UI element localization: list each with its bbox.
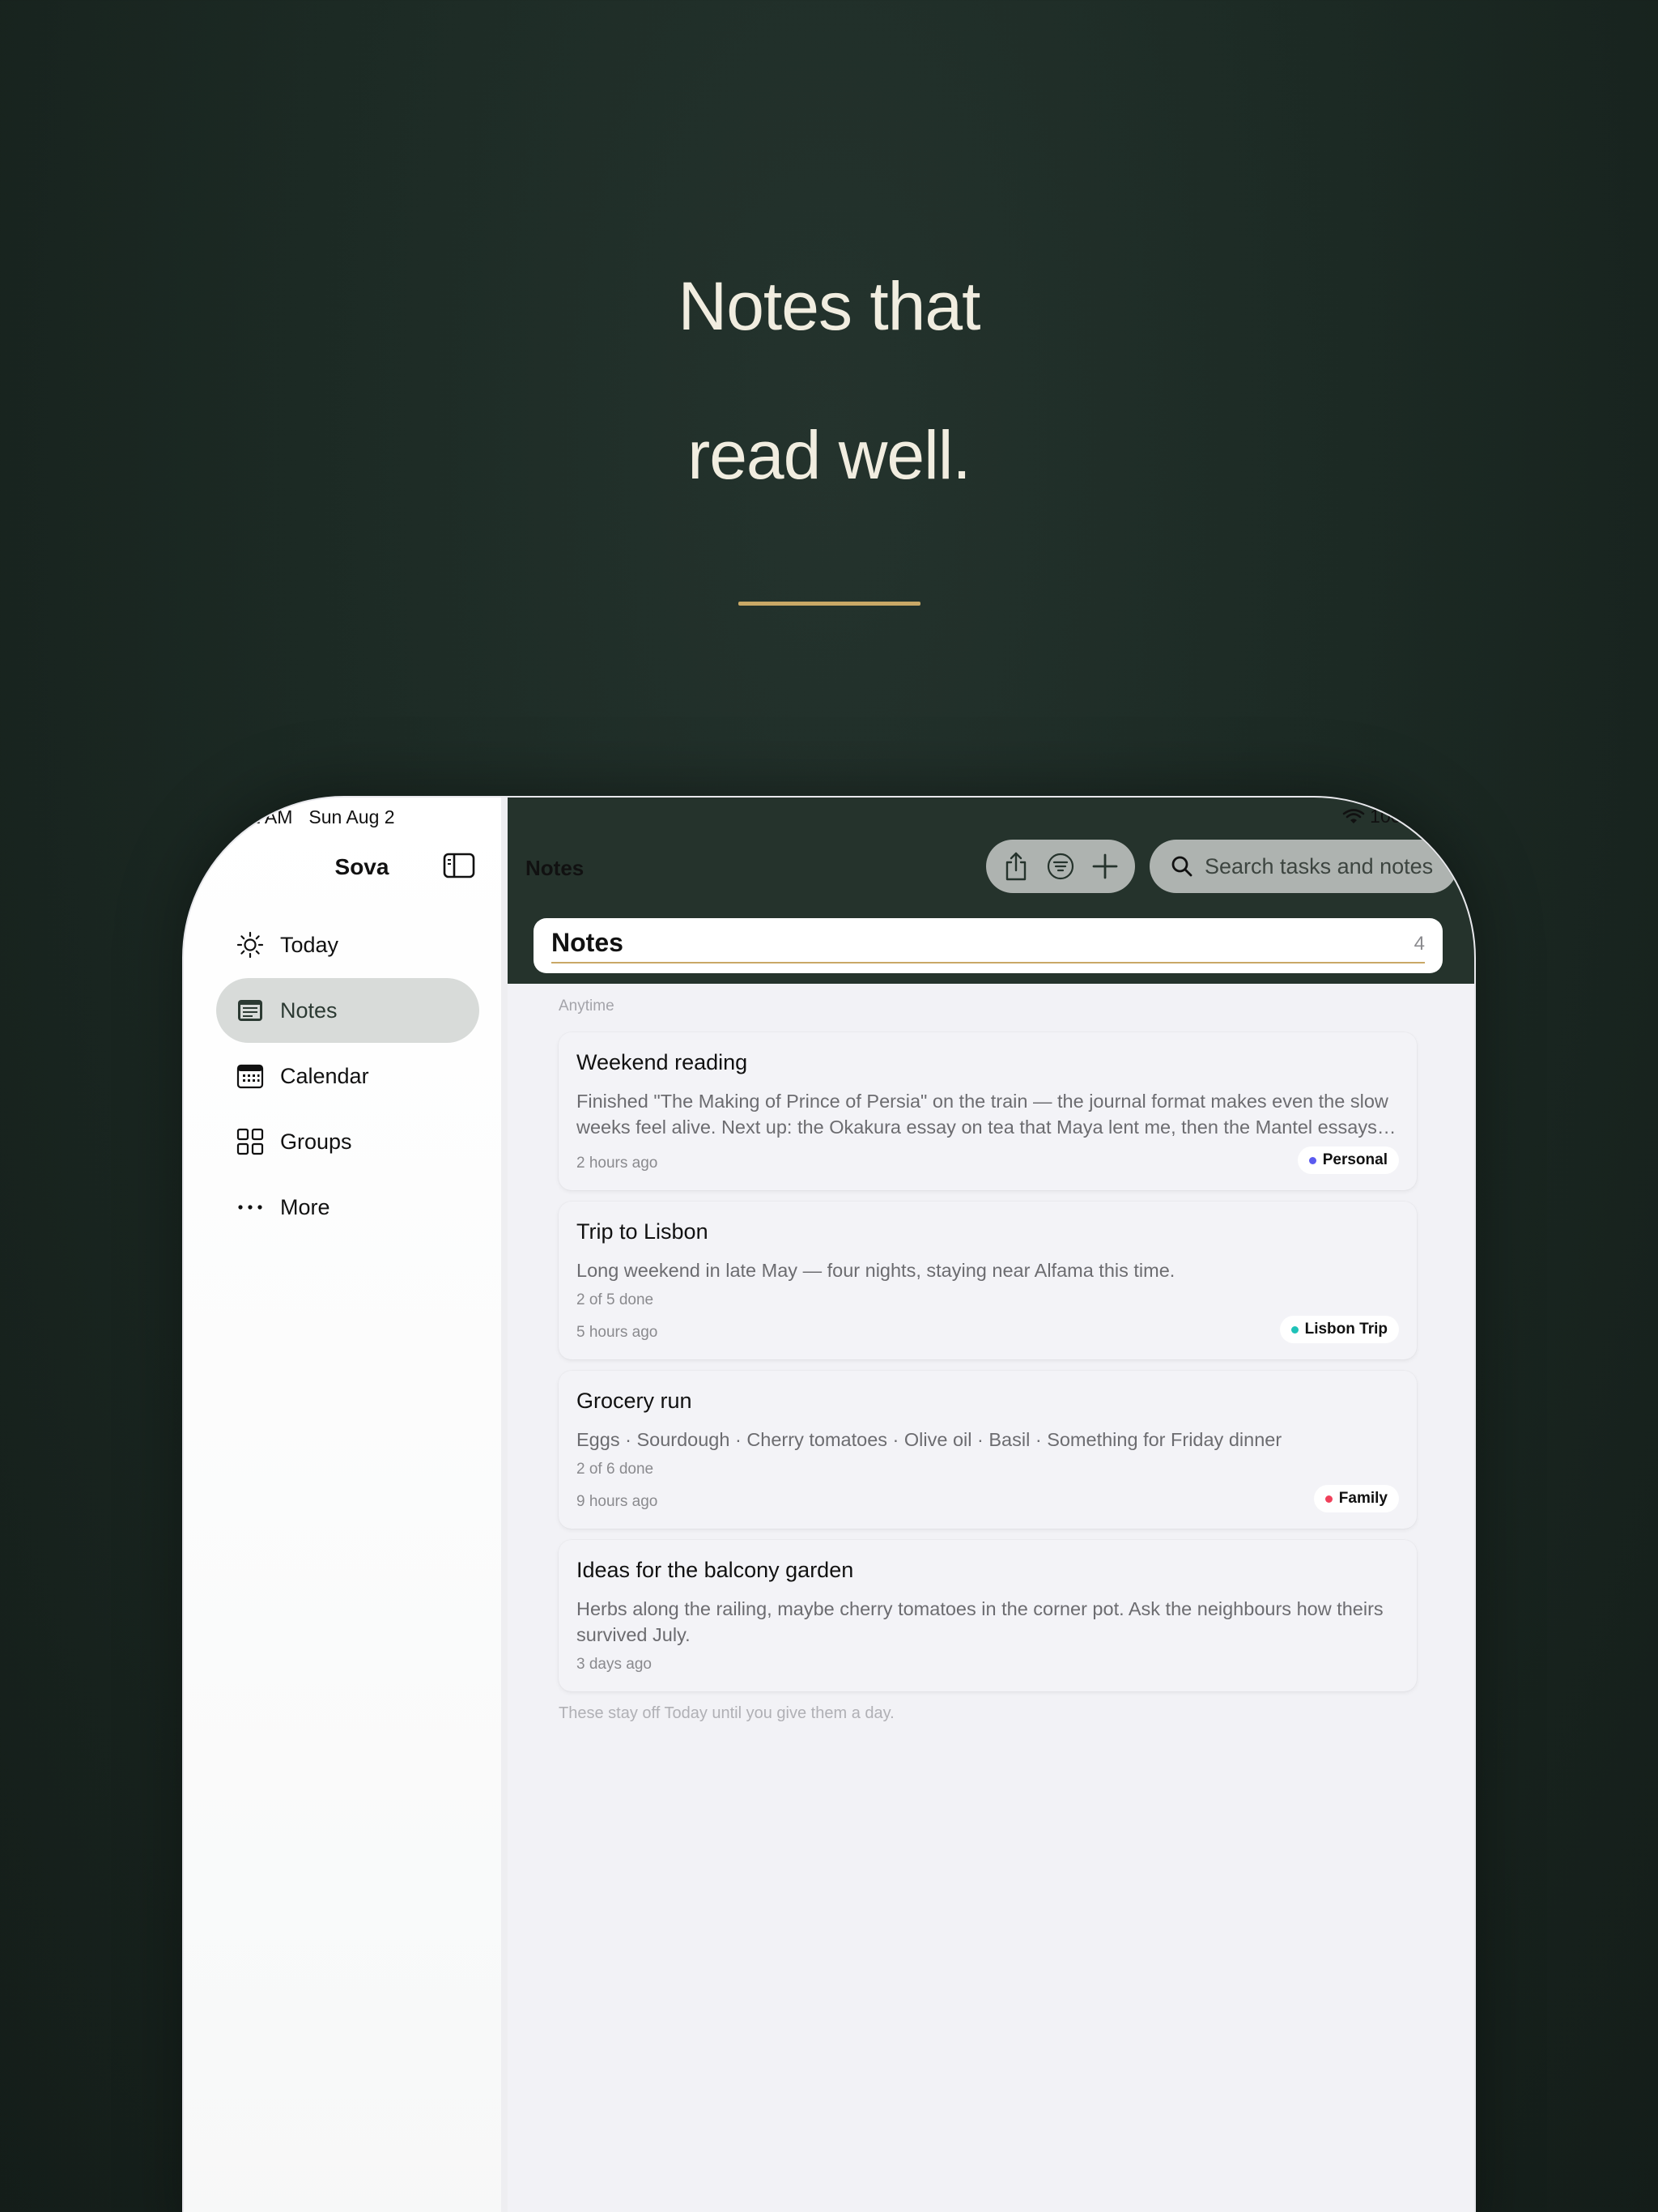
sidebar-item-label: Today xyxy=(280,932,339,957)
tag-label: Personal xyxy=(1322,1151,1388,1168)
note-timestamp: 5 hours ago xyxy=(576,1324,658,1341)
search-input[interactable] xyxy=(1205,853,1448,879)
sun-icon xyxy=(236,931,264,959)
filter-icon xyxy=(1047,853,1074,880)
search-icon xyxy=(1171,856,1192,877)
status-bar-right: 100% xyxy=(1342,806,1418,827)
list-title: Notes xyxy=(551,928,623,957)
note-card[interactable]: Trip to Lisbon Long weekend in late May … xyxy=(559,1202,1417,1359)
note-title: Grocery run xyxy=(576,1389,692,1413)
note-card[interactable]: Weekend reading Finished "The Making of … xyxy=(559,1032,1417,1190)
pane-title: Notes xyxy=(525,856,585,880)
sidebar-item-groups[interactable]: Groups xyxy=(216,1109,479,1174)
note-title: Weekend reading xyxy=(576,1050,748,1074)
sidebar: 9:41 AM Sun Aug 2 Sova Today Notes Calen… xyxy=(184,798,508,2212)
sidebar-item-more[interactable]: More xyxy=(216,1175,479,1240)
plus-icon xyxy=(1092,853,1118,879)
share-button[interactable] xyxy=(998,849,1034,884)
filter-button[interactable] xyxy=(1043,849,1078,884)
note-timestamp: 9 hours ago xyxy=(576,1493,658,1510)
calendar-icon xyxy=(236,1062,264,1090)
note-body: Finished "The Making of Prince of Persia… xyxy=(576,1091,1388,1138)
checklist-progress: 2 of 6 done xyxy=(576,1461,654,1478)
list-title-card: Notes 4 xyxy=(534,918,1443,973)
note-body: Eggs · Sourdough · Cherry tomatoes · Oli… xyxy=(576,1429,1282,1450)
tag-badge[interactable]: Lisbon Trip xyxy=(1279,1316,1399,1343)
note-title: Trip to Lisbon xyxy=(576,1219,708,1244)
note-timestamp: 3 days ago xyxy=(576,1656,652,1673)
sidebar-nav: Today Notes Calendar Groups More xyxy=(216,912,479,1240)
tag-label: Family xyxy=(1338,1490,1388,1507)
note-body: Herbs along the railing, maybe cherry to… xyxy=(576,1598,1384,1645)
add-note-button[interactable] xyxy=(1087,849,1123,884)
checklist-progress: 2 of 5 done xyxy=(576,1291,654,1308)
list-footnote: These stay off Today until you give them… xyxy=(559,1704,895,1722)
status-bar-left: 9:41 AM Sun Aug 2 xyxy=(224,806,395,828)
headline-line-2: read well. xyxy=(687,417,971,493)
main-pane: 100% Notes Search tasks and notes Notes … xyxy=(508,798,1474,2212)
headline-line-1: Notes that xyxy=(678,268,981,344)
sidebar-item-label: Groups xyxy=(280,1129,352,1154)
tag-badge[interactable]: Personal xyxy=(1297,1146,1399,1174)
notes-list: Weekend reading Finished "The Making of … xyxy=(559,1032,1417,1703)
sidebar-item-label: Notes xyxy=(280,998,338,1023)
status-time: 9:41 AM xyxy=(224,806,293,827)
app-title: Sova xyxy=(334,854,389,879)
note-body: Long weekend in late May — four nights, … xyxy=(576,1260,1175,1281)
sidebar-icon xyxy=(443,853,475,878)
toolbar-group xyxy=(986,840,1135,893)
wifi-icon xyxy=(1342,808,1365,823)
gold-divider xyxy=(738,602,920,606)
tag-color-dot xyxy=(1290,1325,1299,1334)
search-field[interactable] xyxy=(1150,840,1457,893)
sidebar-toggle-button[interactable] xyxy=(443,852,475,879)
status-date: Sun Aug 2 xyxy=(308,806,395,827)
section-label: Anytime xyxy=(559,998,614,1015)
notes-icon xyxy=(236,997,264,1024)
sidebar-item-label: More xyxy=(280,1194,330,1219)
sidebar-item-notes[interactable]: Notes xyxy=(216,978,479,1043)
ellipsis-icon xyxy=(236,1193,264,1221)
tag-color-dot xyxy=(1308,1156,1316,1164)
tag-color-dot xyxy=(1324,1495,1333,1503)
sidebar-item-calendar[interactable]: Calendar xyxy=(216,1044,479,1108)
battery-level: 100% xyxy=(1370,806,1418,827)
tag-label: Lisbon Trip xyxy=(1304,1321,1388,1338)
grid-icon xyxy=(236,1128,264,1155)
share-icon xyxy=(1006,852,1027,881)
note-card[interactable]: Grocery run Eggs · Sourdough · Cherry to… xyxy=(559,1371,1417,1529)
title-underline xyxy=(551,962,1425,963)
note-title: Ideas for the balcony garden xyxy=(576,1558,854,1582)
sidebar-item-label: Calendar xyxy=(280,1063,369,1088)
list-count: 4 xyxy=(1414,933,1425,955)
tag-badge[interactable]: Family xyxy=(1313,1485,1399,1512)
sidebar-item-today[interactable]: Today xyxy=(216,912,479,977)
tablet-frame: 9:41 AM Sun Aug 2 Sova Today Notes Calen… xyxy=(182,796,1476,2212)
note-timestamp: 2 hours ago xyxy=(576,1155,658,1172)
note-card[interactable]: Ideas for the balcony garden Herbs along… xyxy=(559,1540,1417,1691)
